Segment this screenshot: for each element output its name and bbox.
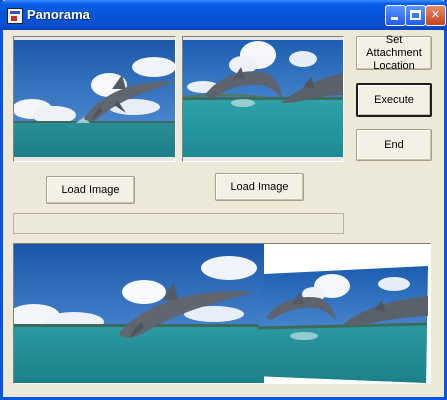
panorama-result xyxy=(14,244,430,383)
end-button[interactable]: End xyxy=(356,129,432,161)
source-image-right xyxy=(182,36,344,162)
title-bar[interactable]: Panorama ✕ xyxy=(0,0,447,30)
close-icon: ✕ xyxy=(430,9,441,21)
source-image-left xyxy=(13,36,176,162)
minimize-button[interactable] xyxy=(385,5,406,26)
maximize-icon xyxy=(410,10,421,20)
progress-bar xyxy=(13,213,344,234)
dolphin-photo-left xyxy=(14,37,175,161)
panorama-output xyxy=(13,243,431,384)
window-title: Panorama xyxy=(27,7,90,22)
load-image-right-label: Load Image xyxy=(230,180,289,193)
load-image-left-button[interactable]: Load Image xyxy=(46,176,135,204)
load-image-left-label: Load Image xyxy=(61,183,120,196)
set-attachment-location-button[interactable]: Set Attachment Location xyxy=(356,33,432,72)
minimize-icon xyxy=(391,17,398,20)
set-attachment-label-line2: Location xyxy=(373,59,415,72)
set-attachment-label-line1: Set Attachment xyxy=(366,33,422,59)
maximize-button[interactable] xyxy=(405,5,426,26)
end-label: End xyxy=(384,138,404,151)
execute-label: Execute xyxy=(374,93,414,106)
app-icon[interactable] xyxy=(7,8,23,24)
close-button[interactable]: ✕ xyxy=(425,5,446,26)
load-image-right-button[interactable]: Load Image xyxy=(215,173,304,201)
execute-button[interactable]: Execute xyxy=(356,83,432,117)
dolphin-photo-right xyxy=(183,37,343,161)
